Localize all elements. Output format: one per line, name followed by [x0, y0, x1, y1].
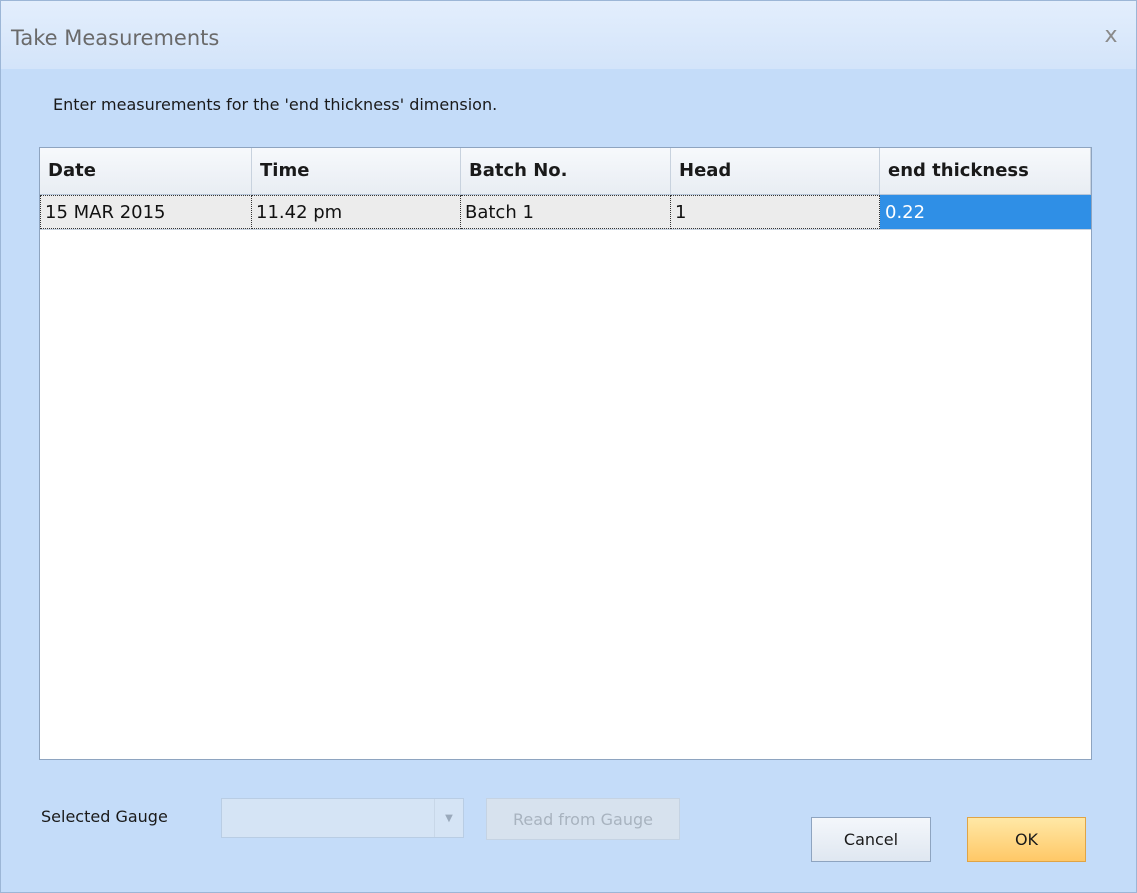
take-measurements-dialog: Take Measurements x Enter measurements f…: [0, 0, 1137, 893]
ok-button[interactable]: OK: [967, 817, 1086, 862]
title-bar[interactable]: Take Measurements x: [1, 1, 1136, 69]
cell-end-thickness[interactable]: 0.22: [880, 195, 1091, 229]
cell-batch-no[interactable]: Batch 1: [461, 195, 671, 229]
column-header-head[interactable]: Head: [671, 148, 880, 194]
window-title: Take Measurements: [11, 26, 220, 50]
chevron-down-icon[interactable]: ▼: [434, 799, 463, 837]
grid-header: Date Time Batch No. Head end thickness: [40, 148, 1091, 195]
cell-head[interactable]: 1: [671, 195, 880, 229]
table-row[interactable]: 15 MAR 2015 11.42 pm Batch 1 1 0.22: [40, 195, 1091, 230]
column-header-time[interactable]: Time: [252, 148, 461, 194]
column-header-end-thickness[interactable]: end thickness: [880, 148, 1091, 194]
selected-gauge-dropdown[interactable]: ▼: [221, 798, 464, 838]
column-header-batch-no[interactable]: Batch No.: [461, 148, 671, 194]
cell-date[interactable]: 15 MAR 2015: [40, 195, 252, 229]
cancel-button[interactable]: Cancel: [811, 817, 931, 862]
measurements-grid[interactable]: Date Time Batch No. Head end thickness 1…: [39, 147, 1092, 760]
instructions-text: Enter measurements for the 'end thicknes…: [53, 95, 498, 114]
read-from-gauge-button[interactable]: Read from Gauge: [486, 798, 680, 840]
close-icon[interactable]: x: [1095, 19, 1127, 51]
selected-gauge-label: Selected Gauge: [41, 807, 168, 826]
column-header-date[interactable]: Date: [40, 148, 252, 194]
cell-time[interactable]: 11.42 pm: [252, 195, 461, 229]
